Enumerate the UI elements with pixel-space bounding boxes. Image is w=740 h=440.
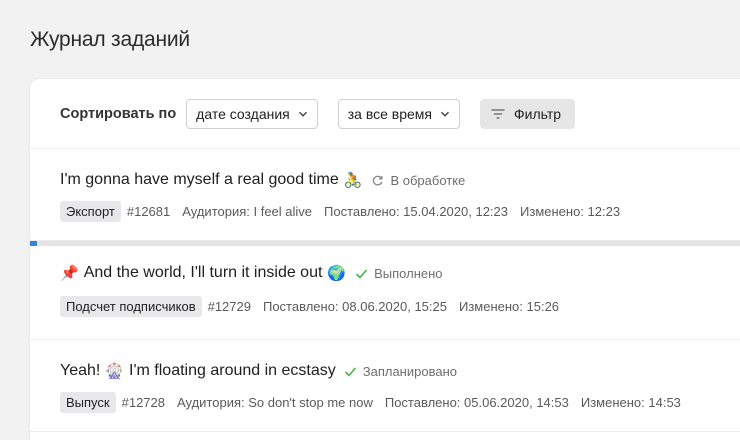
job-audience: Аудитория: So don't stop me now bbox=[177, 395, 373, 410]
period-select[interactable]: за все время bbox=[337, 98, 461, 129]
job-row[interactable]: Yeah! 🎡 I'm floating around in ecstasy З… bbox=[30, 340, 740, 432]
status-label: В обработке bbox=[390, 172, 466, 188]
period-select-value: за все время bbox=[347, 105, 433, 122]
job-meta: Экспорт #12681 Аудитория: I feel alive П… bbox=[60, 201, 632, 222]
check-icon bbox=[344, 365, 357, 378]
pushpin-icon: 📌 bbox=[60, 265, 79, 282]
job-row[interactable]: 📌 And the world, I'll turn it inside out… bbox=[30, 246, 740, 340]
job-title: I'm floating around in ecstasy bbox=[129, 362, 336, 379]
status-label: Запланировано bbox=[362, 363, 457, 379]
check-icon bbox=[355, 267, 368, 280]
globe-icon: 🌍 bbox=[327, 265, 347, 282]
status: Выполнено bbox=[355, 265, 443, 281]
job-title-row: Yeah! 🎡 I'm floating around in ecstasy З… bbox=[60, 362, 457, 380]
ferris-wheel-icon: 🎡 bbox=[105, 363, 125, 380]
sort-label: Сортировать по bbox=[60, 105, 177, 122]
jobs-panel: Сортировать по дате создания за все врем… bbox=[30, 79, 740, 440]
job-changed: Изменено: 12:23 bbox=[520, 204, 621, 219]
job-changed: Изменено: 14:53 bbox=[580, 395, 681, 410]
job-audience: Аудитория: I feel alive bbox=[182, 204, 313, 219]
chevron-down-icon bbox=[440, 109, 450, 119]
status: В обработке bbox=[371, 173, 465, 188]
job-id: #12729 bbox=[207, 299, 251, 314]
bicycle-icon: 🚴 bbox=[343, 172, 363, 189]
job-title-row: I'm gonna have myself a real good time 🚴… bbox=[60, 171, 465, 189]
refresh-icon bbox=[371, 174, 384, 187]
sort-select-value: дате создания bbox=[196, 105, 290, 122]
job-type-tag: Экспорт bbox=[60, 201, 121, 222]
sort-select[interactable]: дате создания bbox=[186, 98, 318, 129]
job-title-prefix: Yeah! bbox=[60, 362, 101, 379]
job-title: I'm gonna have myself a real good time bbox=[60, 171, 339, 188]
job-type-tag: Подсчет подписчиков bbox=[60, 296, 202, 317]
job-meta: Подсчет подписчиков #12729 Поставлено: 0… bbox=[60, 296, 571, 317]
job-title: And the world, I'll turn it inside out bbox=[83, 264, 323, 281]
chevron-down-icon bbox=[298, 109, 308, 119]
job-id: #12681 bbox=[126, 204, 171, 219]
filter-button[interactable]: Фильтр bbox=[480, 98, 576, 129]
job-changed: Изменено: 15:26 bbox=[458, 299, 560, 314]
filter-label: Фильтр bbox=[514, 105, 562, 122]
status-label: Выполнено bbox=[374, 265, 443, 281]
job-title-row: 📌 And the world, I'll turn it inside out… bbox=[60, 264, 443, 282]
job-submitted: Поставлено: 15.04.2020, 12:23 bbox=[324, 204, 509, 219]
job-type-tag: Выпуск bbox=[60, 392, 116, 413]
page-title: Журнал заданий bbox=[30, 28, 190, 51]
toolbar: Сортировать по дате создания за все врем… bbox=[30, 79, 740, 149]
job-submitted: Поставлено: 05.06.2020, 14:53 bbox=[384, 395, 569, 410]
filter-icon bbox=[490, 107, 506, 121]
status: Запланировано bbox=[344, 364, 457, 379]
job-id: #12728 bbox=[121, 395, 165, 410]
job-meta: Выпуск #12728 Аудитория: So don't stop m… bbox=[60, 392, 693, 413]
job-submitted: Поставлено: 08.06.2020, 15:25 bbox=[262, 299, 447, 314]
job-row[interactable]: I'm gonna have myself a real good time 🚴… bbox=[30, 149, 740, 241]
